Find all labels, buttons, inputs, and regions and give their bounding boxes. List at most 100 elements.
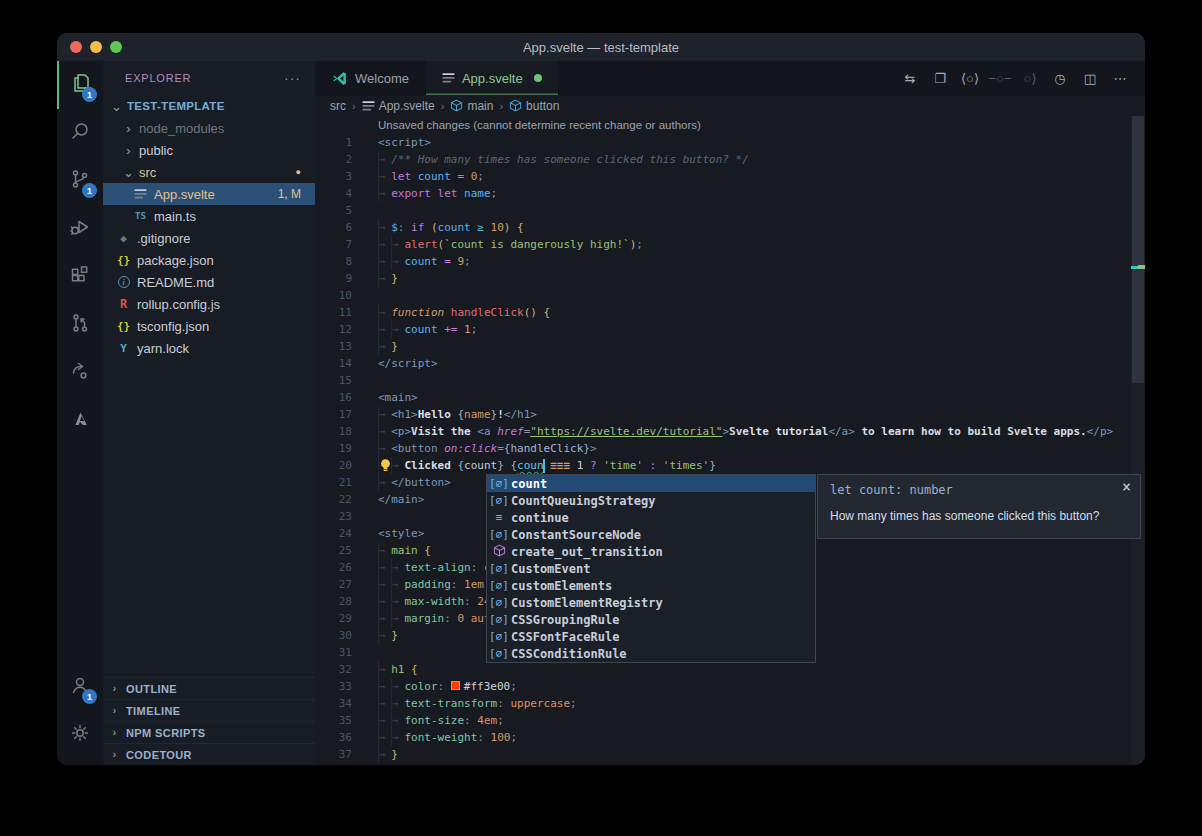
activity-github-pr[interactable] [57, 301, 103, 349]
activity-run-debug[interactable] [57, 205, 103, 253]
workspace-root[interactable]: ⌄TEST-TEMPLATE [103, 95, 315, 117]
suggest-detail-doc: How many times has someone clicked this … [818, 497, 1140, 523]
editor-actions: ⇆❐⟨○⟩−○−○⟩◷◫⋯ [895, 61, 1145, 95]
minimize-window-button[interactable] [90, 41, 102, 53]
suggest-item-create_out_transition[interactable]: create_out_transition [487, 543, 815, 560]
lightbulb-icon[interactable] [379, 458, 392, 478]
explorer-more-actions-icon[interactable]: ··· [284, 70, 301, 86]
cube-icon [450, 99, 463, 112]
activity-azure[interactable] [57, 397, 103, 445]
suggest-variable-icon: [∅] [487, 596, 511, 609]
suggest-label: count [511, 477, 547, 491]
suggest-label: CountQueuingStrategy [511, 494, 656, 508]
timeline-icon[interactable]: ◷ [1045, 71, 1075, 86]
breadcrumb-app-svelte[interactable]: App.svelte [362, 99, 435, 113]
suggest-item-count[interactable]: [∅]count [487, 475, 815, 492]
titlebar[interactable]: App.svelte — test-template [57, 33, 1145, 61]
badge: 1 [82, 183, 97, 198]
file-label: App.svelte [154, 187, 215, 202]
folder-label: src [139, 165, 156, 180]
line-content: →<h1>Hello {name}!</h1> [378, 406, 537, 423]
suggest-item-continue[interactable]: ≡continue [487, 509, 815, 526]
line-content: →→alert(`count is dangerously high!`); [378, 236, 643, 253]
line-number: 18 [315, 423, 352, 440]
file-label: yarn.lock [137, 341, 189, 356]
section-codetour[interactable]: ›CODETOUR [103, 743, 315, 765]
section-timeline[interactable]: ›TIMELINE [103, 699, 315, 721]
chevron-icon: › [123, 121, 134, 136]
tab-label: Welcome [355, 71, 409, 86]
compare-changes-icon[interactable]: ⇆ [895, 71, 925, 86]
file-row-yarn.lock[interactable]: Yyarn.lock [103, 337, 315, 359]
suggest-variable-icon: [∅] [487, 630, 511, 643]
suggest-label: CustomEvent [511, 562, 590, 576]
file-row-.gitignore[interactable]: ◆.gitignore [103, 227, 315, 249]
suggest-item-CSSConditionRule[interactable]: [∅]CSSConditionRule [487, 645, 815, 662]
folder-row-public[interactable]: ›public [103, 139, 315, 161]
split-editor-icon[interactable]: ◫ [1075, 71, 1105, 86]
file-row-App.svelte[interactable]: App.svelte1, M [103, 183, 315, 205]
line-content: →→font-weight: 100; [378, 729, 517, 746]
activity-extensions[interactable] [57, 253, 103, 301]
file-row-main.ts[interactable]: TSmain.ts [103, 205, 315, 227]
suggest-module-icon [487, 544, 511, 560]
breadcrumb-src[interactable]: src [330, 99, 346, 113]
suggest-item-CSSFontFaceRule[interactable]: [∅]CSSFontFaceRule [487, 628, 815, 645]
breadcrumb-main[interactable]: main [450, 99, 493, 113]
previous-annotation-icon[interactable]: ⟨○⟩ [955, 71, 985, 86]
file-row-README.md[interactable]: iREADME.md [103, 271, 315, 293]
file-row-package.json[interactable]: {}package.json [103, 249, 315, 271]
previous-change-icon[interactable]: −○− [985, 71, 1015, 86]
code-line-15: 15 [315, 372, 1145, 389]
line-number: 1 [315, 134, 352, 151]
zoom-window-button[interactable] [110, 41, 122, 53]
line-number: 16 [315, 389, 352, 406]
suggest-item-customElements[interactable]: [∅]customElements [487, 577, 815, 594]
tab-welcome[interactable]: Welcome [315, 61, 426, 95]
next-change-icon[interactable]: ○⟩ [1015, 71, 1045, 86]
activity-search[interactable] [57, 109, 103, 157]
folder-row-node_modules[interactable]: ›node_modules [103, 117, 315, 139]
activity-accounts[interactable]: 1 [57, 663, 103, 711]
line-content: →$: if (count ≥ 10) { [378, 219, 524, 236]
file-row-tsconfig.json[interactable]: {}tsconfig.json [103, 315, 315, 337]
line-content: →export let name; [378, 185, 497, 202]
activity-settings[interactable] [57, 711, 103, 759]
code-line-13: 13→} [315, 338, 1145, 355]
search-icon [68, 119, 92, 147]
svelte-icon [442, 72, 455, 84]
suggest-item-CountQueuingStrategy[interactable]: [∅]CountQueuingStrategy [487, 492, 815, 509]
open-preview-icon[interactable]: ❐ [925, 71, 955, 86]
activity-live-share[interactable] [57, 349, 103, 397]
code-line-32: 32→h1 { [315, 661, 1145, 678]
suggest-item-CustomEvent[interactable]: [∅]CustomEvent [487, 560, 815, 577]
code-line-17: 17→<h1>Hello {name}!</h1> [315, 406, 1145, 423]
more-actions-icon[interactable]: ⋯ [1105, 71, 1135, 86]
section-npm-scripts[interactable]: ›NPM SCRIPTS [103, 721, 315, 743]
file-label: main.ts [154, 209, 196, 224]
close-icon[interactable]: × [1122, 478, 1131, 496]
file-row-rollup.config.js[interactable]: Rrollup.config.js [103, 293, 315, 315]
section-outline[interactable]: ›OUTLINE [103, 677, 315, 699]
breadcrumb-separator: › [498, 100, 504, 112]
folder-row-src[interactable]: ⌄src● [103, 161, 315, 183]
suggest-item-ConstantSourceNode[interactable]: [∅]ConstantSourceNode [487, 526, 815, 543]
close-window-button[interactable] [70, 41, 82, 53]
tab-app-svelte[interactable]: App.svelte [426, 61, 559, 95]
scrollbar-thumb[interactable] [1132, 116, 1144, 383]
line-content: →→count += 1; [378, 321, 477, 338]
line-content: <script> [378, 134, 431, 151]
suggest-item-CSSGroupingRule[interactable]: [∅]CSSGroupingRule [487, 611, 815, 628]
suggest-label: create_out_transition [511, 545, 663, 559]
breadcrumb-button[interactable]: button [509, 99, 559, 113]
line-number: 34 [315, 695, 352, 712]
info-circle: i [118, 276, 130, 288]
suggest-item-CustomElementRegistry[interactable]: [∅]CustomElementRegistry [487, 594, 815, 611]
chevron-icon: ⌄ [123, 165, 134, 180]
activity-source-control[interactable]: 1 [57, 157, 103, 205]
breadcrumb-label: App.svelte [379, 99, 435, 113]
scrollbar[interactable] [1131, 116, 1145, 765]
activity-explorer[interactable]: 1 [57, 61, 103, 109]
unsaved-changes-notice: Unsaved changes (cannot determine recent… [378, 116, 1145, 134]
code-area[interactable]: Unsaved changes (cannot determine recent… [315, 116, 1145, 765]
